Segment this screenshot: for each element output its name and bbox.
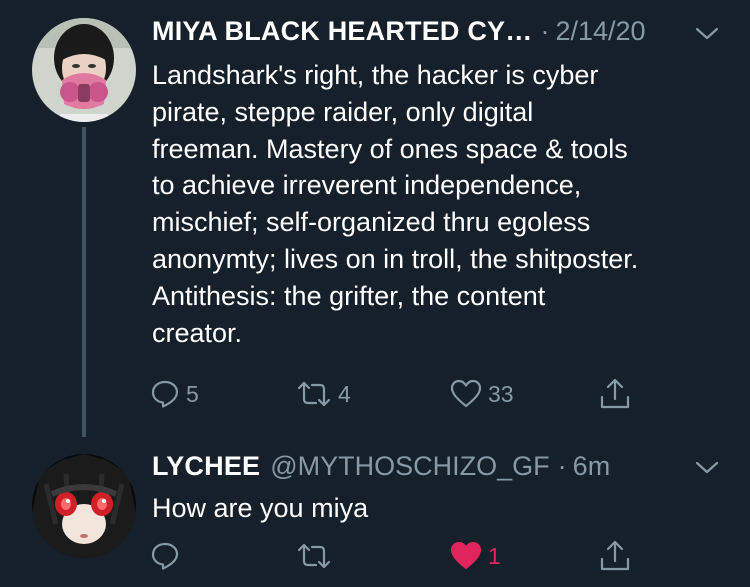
retweet-count: 4 (338, 380, 351, 407)
chevron-down-icon[interactable] (694, 460, 720, 476)
avatar-image (32, 454, 136, 558)
share-button[interactable] (598, 374, 632, 414)
reply-button[interactable]: 5 (150, 374, 199, 414)
heart-icon (451, 542, 481, 569)
timestamp[interactable]: 2/14/20 (555, 16, 645, 47)
timestamp[interactable]: 6m (573, 451, 611, 482)
avatar[interactable] (32, 18, 136, 122)
tweet-header: MIYA BLACK HEARTED CY… · 2/14/20 (152, 16, 646, 52)
separator-dot: · (540, 16, 550, 46)
retweet-icon (297, 543, 331, 569)
share-icon (600, 540, 630, 571)
reply-button[interactable] (150, 536, 186, 576)
thread-connector-line (82, 127, 86, 437)
reply-icon (151, 542, 179, 570)
tweet-text: Landshark's right, the hacker is cyber p… (152, 60, 639, 348)
avatar-image (32, 18, 136, 122)
retweet-icon (297, 381, 331, 407)
reply-count: 5 (186, 380, 199, 407)
like-button[interactable]: 33 (450, 374, 514, 414)
tweet-actions: 5 4 33 (150, 374, 650, 414)
display-name[interactable]: MIYA BLACK HEARTED CY… (152, 16, 532, 47)
retweet-button[interactable]: 4 (296, 374, 351, 414)
user-handle[interactable]: @MYTHOSCHIZO_GF (270, 451, 549, 482)
avatar[interactable] (32, 454, 136, 558)
tweet-text: How are you miya (152, 493, 369, 523)
share-icon (600, 378, 630, 409)
separator-dot: · (557, 451, 567, 481)
reply-icon (151, 380, 179, 408)
like-count: 33 (488, 380, 514, 407)
display-name[interactable]: LYCHEE (152, 451, 260, 482)
retweet-button[interactable] (296, 536, 338, 576)
share-button[interactable] (598, 536, 632, 576)
tweet-actions: 1 (150, 536, 650, 576)
heart-icon (450, 379, 482, 408)
tweet[interactable]: MIYA BLACK HEARTED CY… · 2/14/20 Landsha… (0, 0, 750, 440)
tweet-header: LYCHEE @MYTHOSCHIZO_GF · 6m (152, 451, 610, 487)
like-count: 1 (488, 542, 501, 569)
like-button[interactable]: 1 (450, 536, 501, 576)
chevron-down-icon[interactable] (694, 26, 720, 42)
